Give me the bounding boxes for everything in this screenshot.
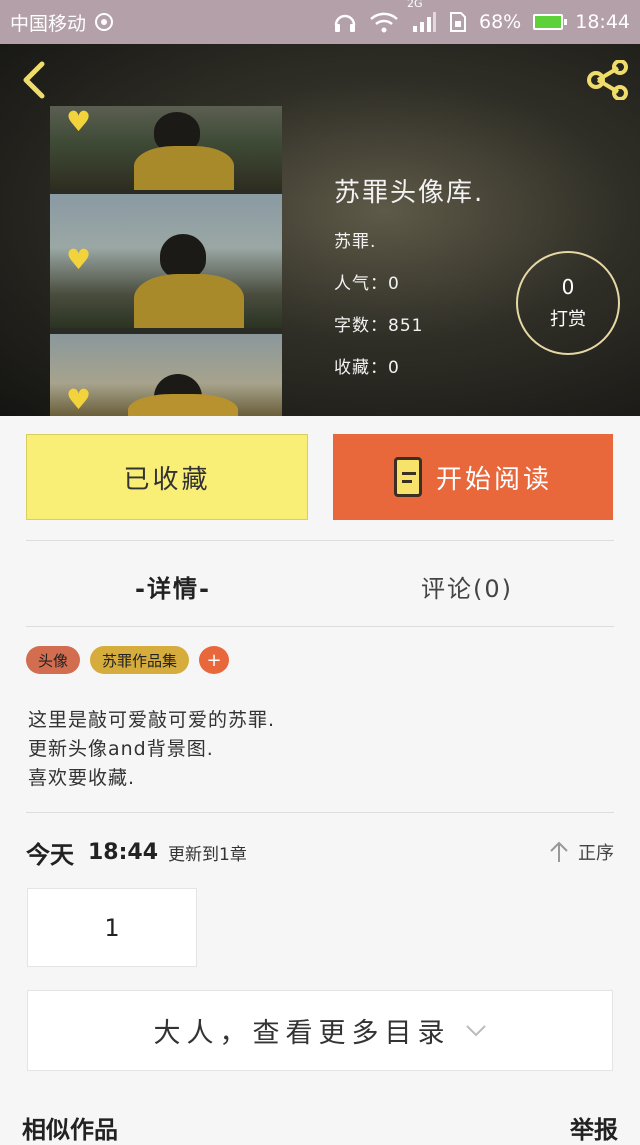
signal-icon: 2G xyxy=(407,0,437,33)
tab-comments-label: 评论(0) xyxy=(421,574,513,603)
nfc-icon xyxy=(94,12,114,32)
chapter-item[interactable]: 1 xyxy=(27,888,197,967)
cover-photo-2: ♥ xyxy=(50,194,282,328)
tip-label: 打赏 xyxy=(550,309,586,330)
sort-label: 正序 xyxy=(578,843,614,864)
battery-percent: 68% xyxy=(479,11,522,33)
description-line: 这里是敲可爱敲可爱的苏罪. xyxy=(28,709,276,731)
carrier-label: 中国移动 xyxy=(10,12,87,35)
chapter-number: 1 xyxy=(104,913,120,942)
tab-comments[interactable]: 评论(0) xyxy=(320,548,614,624)
update-text: 更新到1章 xyxy=(168,844,247,865)
book-info: 苏罪头像库. 苏罪. 人气：0 字数：851 收藏：0 xyxy=(334,172,484,395)
start-reading-label: 开始阅读 xyxy=(435,464,552,495)
description-line: 更新头像and背景图. xyxy=(28,738,214,760)
book-icon xyxy=(393,457,422,497)
update-time: 18:44 xyxy=(88,839,159,865)
book-favorites: 收藏：0 xyxy=(334,358,400,378)
wifi-icon xyxy=(369,11,399,33)
collected-button[interactable]: 已收藏 xyxy=(26,434,308,520)
sim-icon xyxy=(449,11,467,33)
more-chapters-label: 大人，查看更多目录 xyxy=(153,1018,451,1049)
description-line: 喜欢要收藏. xyxy=(28,767,136,789)
heart-icon: ♥ xyxy=(66,243,92,276)
book-author: 苏罪. xyxy=(334,232,377,252)
book-cover[interactable]: ♥ ♥ ♥ xyxy=(50,106,282,416)
update-day: 今天 xyxy=(26,840,74,869)
update-info: 今天 18:44 更新到1章 正序 xyxy=(26,832,614,872)
status-bar: 中国移动 2G 68% 18:44 xyxy=(0,0,640,44)
tag-list: 头像 苏罪作品集 + xyxy=(26,646,230,674)
sort-button[interactable]: 正序 xyxy=(548,839,614,865)
chevron-down-icon xyxy=(465,1024,486,1036)
book-header: ♥ ♥ ♥ 苏罪头像库. 苏罪. 人气：0 字数：851 收藏：0 0 打赏 xyxy=(0,44,640,416)
add-tag-button[interactable]: + xyxy=(199,646,230,674)
collected-label: 已收藏 xyxy=(123,464,211,495)
battery-icon xyxy=(533,14,568,30)
tag-item[interactable]: 苏罪作品集 xyxy=(90,646,190,674)
more-chapters-button[interactable]: 大人，查看更多目录 xyxy=(27,990,613,1071)
divider xyxy=(26,812,614,813)
tab-detail[interactable]: -详情- xyxy=(26,548,320,624)
cover-photo-3: ♥ xyxy=(50,334,282,416)
share-button[interactable] xyxy=(586,58,630,102)
similar-works-heading: 相似作品 xyxy=(22,1116,118,1144)
divider xyxy=(26,540,614,541)
chevron-left-icon xyxy=(23,61,45,99)
book-word-count: 字数：851 xyxy=(334,316,424,336)
headphones-icon xyxy=(333,11,357,33)
cover-photo-1: ♥ xyxy=(50,106,282,190)
tab-detail-label: -详情- xyxy=(135,574,211,603)
tag-item[interactable]: 头像 xyxy=(26,646,81,674)
book-title: 苏罪头像库. xyxy=(334,178,485,208)
tip-button[interactable]: 0 打赏 xyxy=(516,251,620,355)
back-button[interactable] xyxy=(12,58,56,102)
heart-icon: ♥ xyxy=(66,106,92,138)
clock: 18:44 xyxy=(575,11,630,33)
arrow-up-icon xyxy=(550,841,568,862)
start-reading-button[interactable]: 开始阅读 xyxy=(333,434,613,520)
heart-icon: ♥ xyxy=(66,383,92,416)
book-popularity: 人气：0 xyxy=(334,274,400,294)
network-type: 2G xyxy=(407,0,423,10)
report-button[interactable]: 举报 xyxy=(570,1110,618,1145)
tip-count: 0 xyxy=(561,275,575,299)
book-description: 这里是敲可爱敲可爱的苏罪. 更新头像and背景图. 喜欢要收藏. xyxy=(28,706,275,793)
divider xyxy=(26,626,614,627)
share-icon xyxy=(587,60,628,100)
